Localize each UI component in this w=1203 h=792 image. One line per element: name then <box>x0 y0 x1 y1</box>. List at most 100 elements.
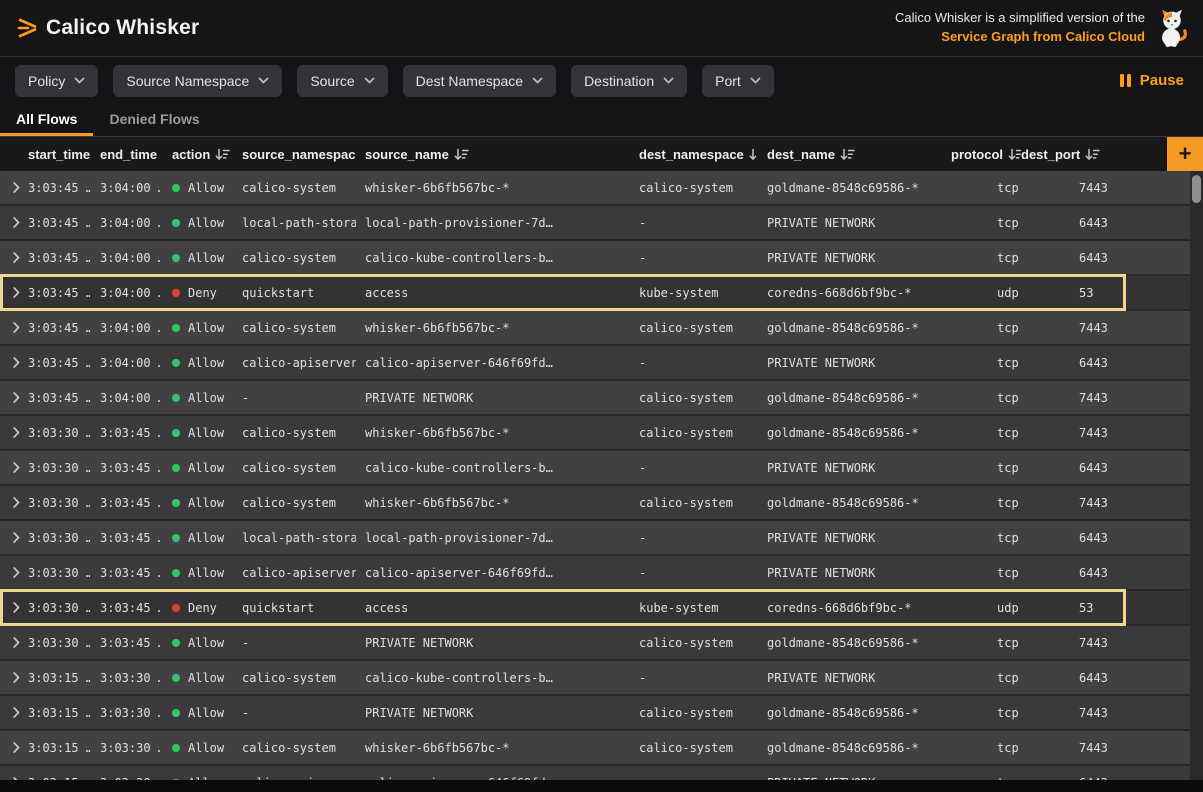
column-header-start_time[interactable]: start_time <box>0 137 90 171</box>
column-header-dest_name[interactable]: dest_name <box>756 137 951 171</box>
sort-icon <box>1085 148 1100 161</box>
table-row[interactable]: 3:03:30 …3:03:45 …Denyquickstartaccessku… <box>0 591 1203 626</box>
allow-dot-icon <box>172 394 180 402</box>
expand-row-icon[interactable] <box>12 251 21 264</box>
table-row[interactable]: 3:03:45 …3:04:00 …Allowcalico-systemwhis… <box>0 311 1203 346</box>
filter-port[interactable]: Port <box>702 65 774 97</box>
expand-row-icon[interactable] <box>12 181 21 194</box>
cell-dest_name: PRIVATE NETWORK <box>756 346 951 379</box>
cell-end_time: 3:03:45 … <box>90 626 160 659</box>
filter-dest-namespace[interactable]: Dest Namespace <box>403 65 556 97</box>
action-value: Allow <box>188 391 224 405</box>
expand-row-icon[interactable] <box>12 601 21 614</box>
expand-row-icon[interactable] <box>12 706 21 719</box>
column-header-source_namespace[interactable]: source_namespace <box>234 137 356 171</box>
table-row[interactable]: 3:03:45 …3:04:00 …Allowcalico-apiserverc… <box>0 346 1203 381</box>
vertical-scrollbar-thumb[interactable] <box>1192 175 1201 203</box>
tab-all-flows[interactable]: All Flows <box>0 104 93 136</box>
cell-dest_namespace: - <box>628 346 756 379</box>
column-header-action[interactable]: action <box>160 137 234 171</box>
action-value: Allow <box>188 216 224 230</box>
column-header-dest_port[interactable]: dest_port <box>1021 137 1119 171</box>
cell-dest_port: 6443 <box>1021 241 1119 274</box>
tab-denied-flows[interactable]: Denied Flows <box>93 104 215 136</box>
table-row[interactable]: 3:03:45 …3:04:00 …Denyquickstartaccessku… <box>0 276 1203 311</box>
table-row[interactable]: 3:03:15 …3:03:30 …Allow-PRIVATE NETWORKc… <box>0 696 1203 731</box>
cell-dest_namespace: - <box>628 661 756 694</box>
cell-dest_port: 7443 <box>1021 171 1119 204</box>
allow-dot-icon <box>172 709 180 717</box>
cell-protocol: udp <box>951 276 1021 309</box>
filter-source-namespace[interactable]: Source Namespace <box>113 65 282 97</box>
table-row[interactable]: 3:03:30 …3:03:45 …Allow-PRIVATE NETWORKc… <box>0 626 1203 661</box>
table-row[interactable]: 3:03:30 …3:03:45 …Allowcalico-apiserverc… <box>0 556 1203 591</box>
expand-row-icon[interactable] <box>12 566 21 579</box>
expand-row-icon[interactable] <box>12 321 21 334</box>
horizontal-scrollbar[interactable] <box>0 780 1203 792</box>
cell-action: Allow <box>160 206 234 239</box>
column-header-protocol[interactable]: protocol <box>951 137 1021 171</box>
chevron-down-icon <box>74 77 85 84</box>
column-header-source_name[interactable]: source_name <box>356 137 628 171</box>
top-banner: Calico Whisker Calico Whisker is a simpl… <box>0 0 1203 57</box>
filter-bar: Policy Source Namespace Source Dest Namespa… <box>0 57 1203 104</box>
cell-source_name: PRIVATE NETWORK <box>356 696 628 729</box>
chevron-down-icon <box>258 77 269 84</box>
table-row[interactable]: 3:03:30 …3:03:45 …Allowlocal-path-stora…… <box>0 521 1203 556</box>
start-time-value: 3:03:45 … <box>28 356 90 370</box>
expand-row-icon[interactable] <box>12 391 21 404</box>
expand-row-icon[interactable] <box>12 531 21 544</box>
cell-protocol: tcp <box>951 241 1021 274</box>
expand-row-icon[interactable] <box>12 286 21 299</box>
cell-source_namespace: calico-system <box>234 451 356 484</box>
filter-label: Dest Namespace <box>416 73 523 89</box>
table-row[interactable]: 3:03:45 …3:04:00 …Allowlocal-path-stora…… <box>0 206 1203 241</box>
table-row[interactable]: 3:03:15 …3:03:30 …Allowcalico-systemwhis… <box>0 731 1203 766</box>
cell-dest_port: 7443 <box>1021 311 1119 344</box>
vertical-scrollbar[interactable] <box>1190 171 1203 780</box>
filter-destination[interactable]: Destination <box>571 65 687 97</box>
column-label: dest_namespace <box>639 147 744 162</box>
add-column-button[interactable]: + <box>1167 137 1203 171</box>
cell-dest_port: 6443 <box>1021 206 1119 239</box>
expand-row-icon[interactable] <box>12 671 21 684</box>
column-header-end_time[interactable]: end_time <box>90 137 160 171</box>
table-row[interactable]: 3:03:15 …3:03:30 …Allowcalico-systemcali… <box>0 661 1203 696</box>
filter-policy[interactable]: Policy <box>15 65 98 97</box>
table-row[interactable]: 3:03:30 …3:03:45 …Allowcalico-systemwhis… <box>0 486 1203 521</box>
expand-row-icon[interactable] <box>12 741 21 754</box>
expand-row-icon[interactable] <box>12 636 21 649</box>
filter-source[interactable]: Source <box>297 65 387 97</box>
table-row[interactable]: 3:03:45 …3:04:00 …Allow-PRIVATE NETWORKc… <box>0 381 1203 416</box>
expand-row-icon[interactable] <box>12 216 21 229</box>
service-graph-link[interactable]: Service Graph from Calico Cloud <box>895 28 1145 47</box>
expand-row-icon[interactable] <box>12 461 21 474</box>
cell-start_time: 3:03:15 … <box>0 696 90 729</box>
start-time-value: 3:03:30 … <box>28 531 90 545</box>
allow-dot-icon <box>172 534 180 542</box>
allow-dot-icon <box>172 744 180 752</box>
cell-protocol: tcp <box>951 346 1021 379</box>
cell-source_namespace: calico-apiserver <box>234 556 356 589</box>
cell-dest_namespace: calico-system <box>628 311 756 344</box>
allow-dot-icon <box>172 184 180 192</box>
column-label: dest_port <box>1021 147 1080 162</box>
column-header-dest_namespace[interactable]: dest_namespace <box>628 137 756 171</box>
start-time-value: 3:03:30 … <box>28 636 90 650</box>
table-row[interactable]: 3:03:45 …3:04:00 …Allowcalico-systemcali… <box>0 241 1203 276</box>
start-time-value: 3:03:15 … <box>28 706 90 720</box>
cell-source_name: whisker-6b6fb567bc-* <box>356 171 628 204</box>
cell-action: Allow <box>160 521 234 554</box>
table-row[interactable]: 3:03:30 …3:03:45 …Allowcalico-systemwhis… <box>0 416 1203 451</box>
start-time-value: 3:03:15 … <box>28 741 90 755</box>
table-row[interactable]: 3:03:45 …3:04:00 …Allowcalico-systemwhis… <box>0 171 1203 206</box>
filter-label: Source <box>310 73 354 89</box>
expand-row-icon[interactable] <box>12 426 21 439</box>
allow-dot-icon <box>172 324 180 332</box>
table-row[interactable]: 3:03:30 …3:03:45 …Allowcalico-systemcali… <box>0 451 1203 486</box>
cell-dest_name: PRIVATE NETWORK <box>756 661 951 694</box>
expand-row-icon[interactable] <box>12 496 21 509</box>
action-value: Allow <box>188 706 224 720</box>
expand-row-icon[interactable] <box>12 356 21 369</box>
pause-button[interactable]: Pause <box>1119 72 1188 89</box>
